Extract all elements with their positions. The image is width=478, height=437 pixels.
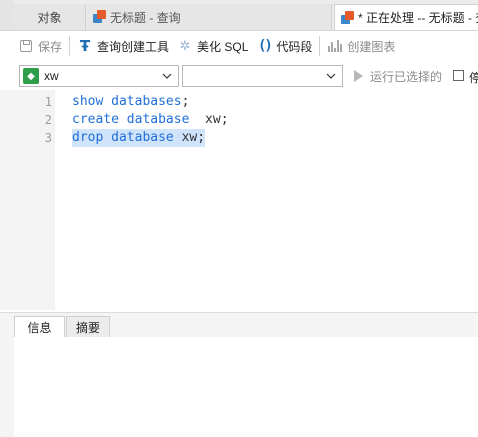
- tab-summary[interactable]: 摘要: [66, 316, 110, 338]
- tab-info-label: 信息: [27, 321, 52, 335]
- sql-editor[interactable]: 1 2 3 show databases; create database xw…: [0, 90, 478, 310]
- code-text: ;: [181, 94, 190, 109]
- code-keyword: create database: [72, 112, 190, 127]
- stop-on-error-label: 停: [469, 71, 478, 85]
- code-line[interactable]: show databases;: [72, 93, 189, 111]
- code-line[interactable]: create database xw;: [72, 111, 229, 129]
- result-panel: [14, 337, 478, 437]
- create-chart-button[interactable]: 创建图表: [323, 34, 399, 58]
- code-keyword: drop database: [72, 130, 174, 145]
- code-text: xw;: [189, 112, 229, 127]
- code-snippet-label: 代码段: [276, 39, 313, 54]
- tab-bar-left-margin: [0, 0, 14, 30]
- tab-info[interactable]: 信息: [14, 316, 65, 338]
- snippet-icon: (): [257, 38, 273, 54]
- tab-summary-label: 摘要: [75, 321, 100, 335]
- stop-on-error-checkbox[interactable]: [453, 70, 464, 81]
- tab-objects-label: 对象: [37, 10, 62, 25]
- query-builder-button[interactable]: Ŧ 查询创建工具: [73, 34, 173, 58]
- toolbar-divider: [319, 36, 321, 56]
- code-keyword: show databases: [72, 94, 182, 109]
- beautify-sql-label: 美化 SQL: [197, 39, 249, 54]
- save-button[interactable]: 保存: [14, 34, 66, 58]
- code-snippet-button[interactable]: () 代码段: [252, 34, 316, 58]
- line-number: 1: [44, 95, 52, 109]
- chart-icon: [327, 38, 343, 54]
- play-icon: [354, 70, 363, 82]
- tab-untitled-query-label: 无标题 - 查询: [110, 10, 181, 25]
- tab-bar: 对象 无标题 - 查询 * 正在处理 -- 无标题 - 查询: [0, 0, 478, 31]
- tab-objects[interactable]: 对象: [14, 4, 86, 30]
- chevron-down-icon: [160, 69, 174, 83]
- line-number: 2: [44, 113, 52, 127]
- toolbar-divider: [69, 36, 71, 56]
- schema-select[interactable]: [182, 65, 343, 87]
- tab-processing-query[interactable]: * 正在处理 -- 无标题 - 查询: [334, 4, 478, 30]
- code-line-selected[interactable]: drop database xw;: [72, 129, 206, 147]
- query-icon: [339, 10, 355, 26]
- query-icon: [91, 9, 107, 25]
- query-toolbar: 保存 Ŧ 查询创建工具 ✲ 美化 SQL () 代码段 创建图表: [0, 31, 478, 61]
- tab-processing-query-label: * 正在处理 -- 无标题 - 查询: [358, 11, 478, 25]
- line-number-gutter: 1 2 3: [0, 90, 55, 310]
- chevron-down-icon: [324, 69, 338, 83]
- result-tabs: 信息 摘要: [0, 312, 478, 338]
- run-selected-label: 运行已选择的: [370, 69, 443, 84]
- query-builder-icon: Ŧ: [79, 37, 91, 55]
- beautify-icon: ✲: [179, 38, 191, 53]
- create-chart-label: 创建图表: [347, 39, 396, 54]
- result-left-margin: [0, 337, 14, 437]
- database-select-value: xw: [44, 69, 59, 83]
- tab-untitled-query[interactable]: 无标题 - 查询: [87, 4, 332, 30]
- database-icon: ◆: [23, 68, 39, 84]
- save-label: 保存: [38, 39, 63, 54]
- run-selected-button[interactable]: 运行已选择的: [350, 65, 442, 87]
- save-icon: [18, 38, 34, 54]
- connection-selector-row: ◆ xw 运行已选择的 停: [0, 62, 478, 90]
- line-number: 3: [44, 131, 52, 145]
- query-builder-label: 查询创建工具: [97, 39, 170, 54]
- code-text: xw;: [173, 130, 206, 145]
- beautify-sql-button[interactable]: ✲ 美化 SQL: [173, 34, 252, 58]
- database-select[interactable]: ◆ xw: [19, 65, 179, 87]
